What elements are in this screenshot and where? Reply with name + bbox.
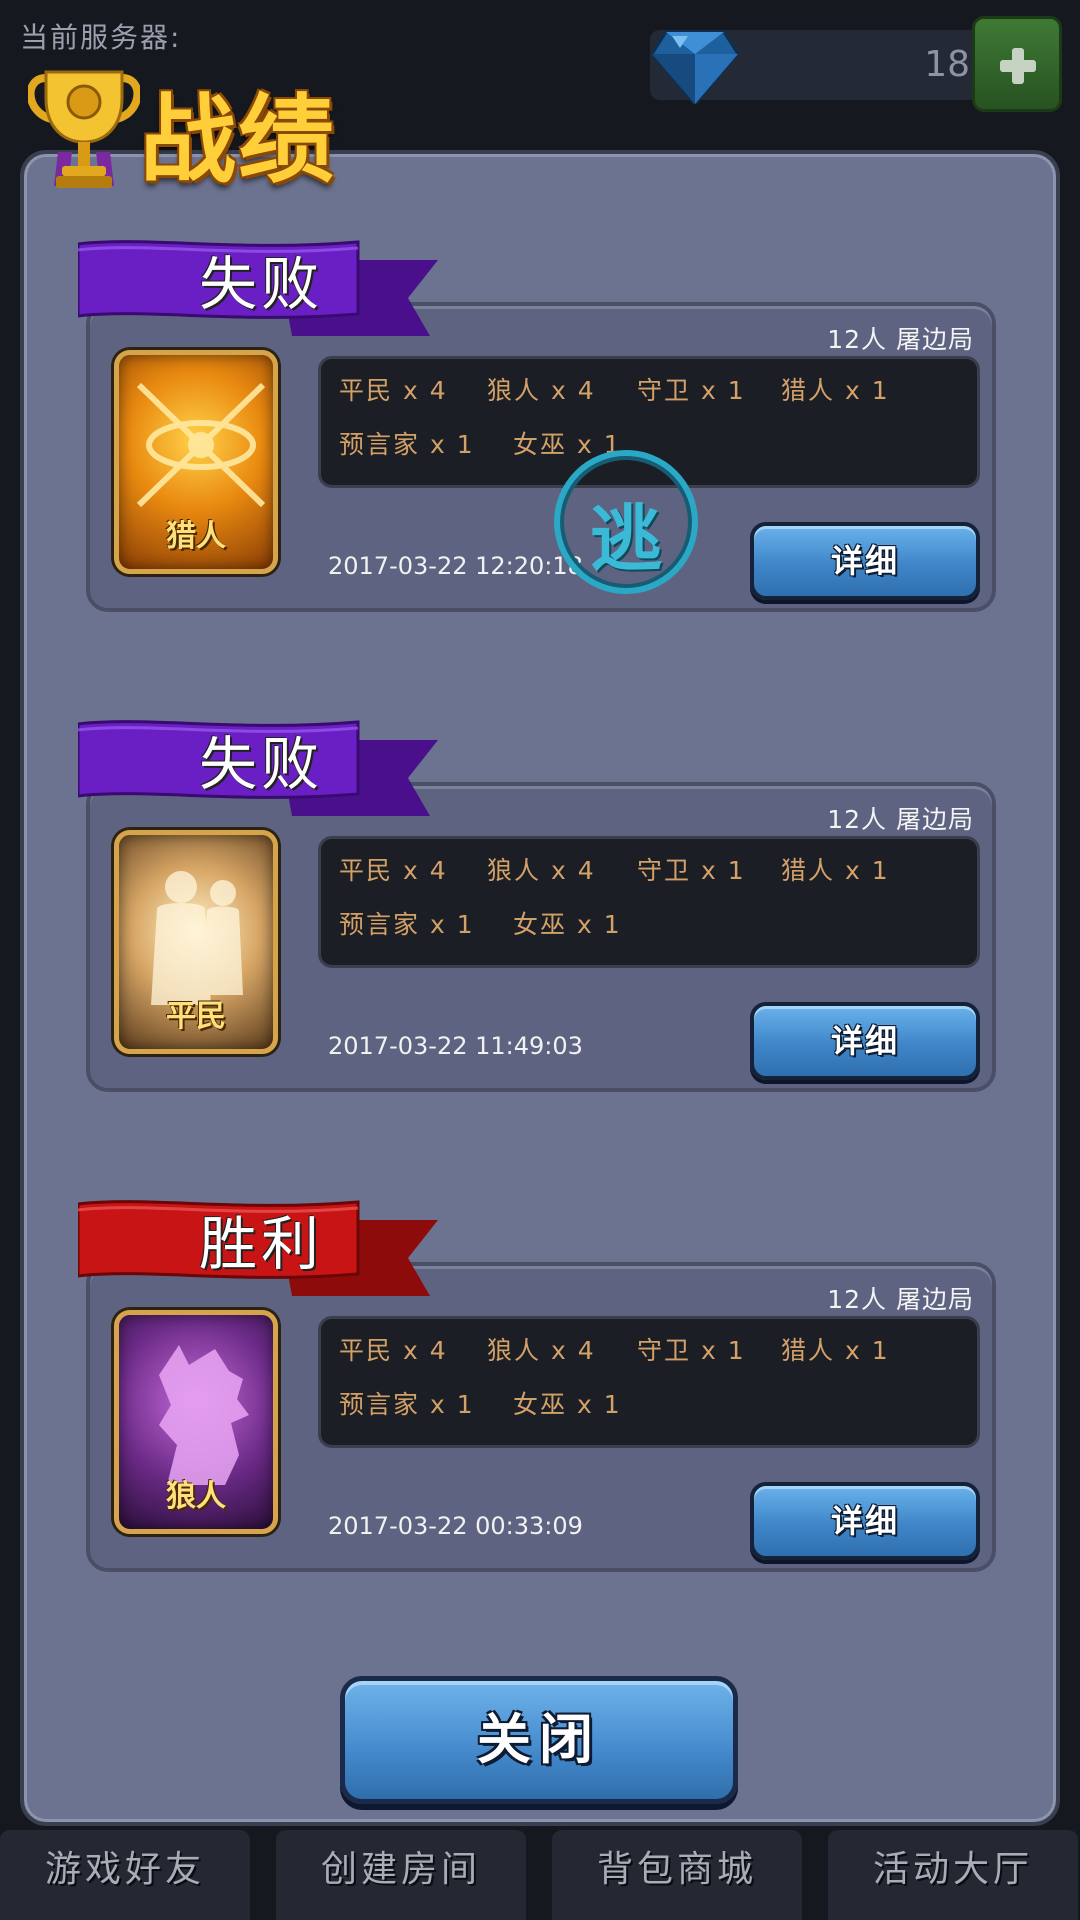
detail-button-label: 详细 [830,1502,899,1540]
trophy-icon [28,70,140,188]
role-count: 狼人 x 4 [487,1336,596,1365]
role-count: 守卫 x 1 [637,856,746,885]
role-card: 狼人 [114,1310,278,1534]
result-label: 失败 [198,250,323,318]
gem-count: 18 [924,44,970,85]
role-count: 预言家 x 1 [339,430,475,459]
escape-stamp-icon: 逃 [554,450,698,594]
role-count: 猎人 x 1 [781,856,890,885]
record-entry: 12人 屠边局 狼人 平民 x 4 狼人 x 4 守卫 x 1 猎人 x 1 预… [78,1200,996,1572]
role-count: 守卫 x 1 [637,1336,746,1365]
role-count: 猎人 x 1 [781,376,890,405]
close-button[interactable]: 关闭 [340,1676,738,1804]
nav-item-label: 背包商城 [596,1849,757,1890]
player-count: 12人 屠边局 [827,805,974,834]
page-title: 战绩 [140,84,336,196]
nav-item-shop[interactable]: 背包商城 [552,1830,802,1920]
role-name: 狼人 [166,1479,226,1514]
roles-summary: 平民 x 4 狼人 x 4 守卫 x 1 猎人 x 1 预言家 x 1 女巫 x… [318,1316,980,1448]
diamond-icon [652,30,738,104]
record-date: 2017-03-22 00:33:09 [328,1512,583,1540]
role-name: 平民 [166,999,226,1034]
nav-item-label: 创建房间 [320,1849,481,1890]
bottom-nav: 游戏好友 创建房间 背包商城 活动大厅 [0,1830,1080,1920]
detail-button[interactable]: 详细 [750,1002,980,1080]
record-date: 2017-03-22 11:49:03 [328,1032,583,1060]
server-label: 当前服务器: [20,21,182,54]
player-count: 12人 屠边局 [827,325,974,354]
nav-item-create-room[interactable]: 创建房间 [276,1830,526,1920]
role-count: 猎人 x 1 [781,1336,890,1365]
nav-item-label: 活动大厅 [872,1849,1033,1890]
add-gems-button[interactable] [972,16,1062,112]
role-count: 平民 x 4 [339,376,448,405]
role-count: 预言家 x 1 [339,1390,475,1419]
role-count: 守卫 x 1 [637,376,746,405]
nav-item-friends[interactable]: 游戏好友 [0,1830,250,1920]
detail-button[interactable]: 详细 [750,522,980,600]
role-card: 平民 [114,830,278,1054]
player-count: 12人 屠边局 [827,1285,974,1314]
nav-item-label: 游戏好友 [44,1849,205,1890]
role-count: 女巫 x 1 [513,1390,622,1419]
result-label: 失败 [198,730,323,798]
role-name: 猎人 [166,519,226,554]
role-count: 平民 x 4 [339,1336,448,1365]
detail-button-label: 详细 [830,542,899,580]
nav-item-events[interactable]: 活动大厅 [828,1830,1078,1920]
close-button-label: 关闭 [477,1708,601,1771]
result-label: 胜利 [198,1210,323,1278]
record-entry: 12人 屠边局 平民 平民 x 4 狼人 x 4 守卫 x 1 猎人 x 1 预… [78,720,996,1092]
role-count: 狼人 x 4 [487,856,596,885]
record-date: 2017-03-22 12:20:18 [328,552,583,580]
role-card: 猎人 [114,350,278,574]
role-count: 狼人 x 4 [487,376,596,405]
escape-stamp-label: 逃 [589,497,662,581]
role-count: 预言家 x 1 [339,910,475,939]
detail-button-label: 详细 [830,1022,899,1060]
detail-button[interactable]: 详细 [750,1482,980,1560]
role-count: 女巫 x 1 [513,910,622,939]
roles-summary: 平民 x 4 狼人 x 4 守卫 x 1 猎人 x 1 预言家 x 1 女巫 x… [318,836,980,968]
record-entry: 12人 屠边局 猎人 平民 x 4 狼人 x 4 守卫 x 1 猎人 x 1 预… [78,240,996,612]
role-count: 平民 x 4 [339,856,448,885]
